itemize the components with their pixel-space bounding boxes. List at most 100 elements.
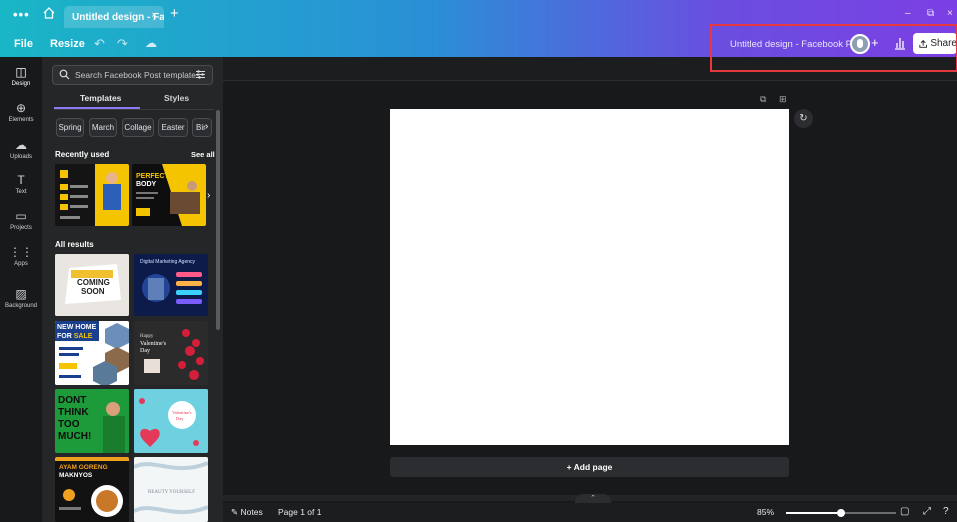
rail-label: Elements <box>8 117 34 123</box>
chevron-right-icon[interactable]: › <box>205 121 208 132</box>
zoom-slider[interactable] <box>786 509 896 517</box>
recent-template-1[interactable] <box>55 164 129 226</box>
highlight-box <box>710 24 957 72</box>
menu-dots-icon[interactable]: ••• <box>13 7 30 22</box>
tabs-divider <box>54 109 214 110</box>
svg-text:MUCH!: MUCH! <box>58 431 91 442</box>
rail-label: Design <box>11 81 31 87</box>
search-placeholder: Search Facebook Post templates <box>75 70 201 80</box>
templates-panel: Search Facebook Post templates Templates… <box>42 57 223 522</box>
rail-label: Uploads <box>9 154 32 160</box>
restore-icon[interactable]: ⧉ <box>927 8 934 19</box>
carousel-next-icon[interactable]: › <box>207 190 210 201</box>
svg-text:MAKNYOS: MAKNYOS <box>59 472 93 479</box>
svg-text:Valentine's: Valentine's <box>140 341 167 347</box>
svg-text:Digital Marketing Agency: Digital Marketing Agency <box>140 259 196 265</box>
zoom-slider-fill <box>786 512 841 514</box>
page-view-icon[interactable]: ▢ <box>900 506 909 517</box>
template-valentines-dark[interactable]: Happy Valentine's Day <box>134 321 208 385</box>
elements-icon: ⊕ <box>15 101 27 115</box>
svg-text:SOON: SOON <box>81 287 105 296</box>
add-page-button[interactable]: + Add page <box>390 457 789 477</box>
template-digital-marketing[interactable]: Digital Marketing Agency <box>134 254 208 316</box>
chip-spring[interactable]: Spring <box>56 118 84 137</box>
fullscreen-icon[interactable]: ⤢ <box>923 506 931 517</box>
undo-icon[interactable]: ↶ <box>94 36 105 52</box>
svg-text:AYAM GORENG: AYAM GORENG <box>59 464 108 471</box>
recently-used-heading: Recently used <box>55 150 110 159</box>
search-icon <box>59 69 70 80</box>
recent-template-2[interactable]: PERFECT BODY <box>132 164 206 226</box>
svg-text:COMING: COMING <box>77 278 110 287</box>
zoom-level[interactable]: 85% <box>757 507 774 517</box>
rail-item-elements[interactable]: ⊕ Elements <box>0 101 42 123</box>
svg-text:FOR SALE: FOR SALE <box>57 333 93 340</box>
search-input[interactable]: Search Facebook Post templates <box>52 65 213 85</box>
new-tab-button[interactable]: + <box>170 5 179 22</box>
rail-label: Apps <box>14 261 28 267</box>
rail-item-projects[interactable]: ▭ Projects <box>0 209 42 231</box>
chip-bir[interactable]: Bir <box>192 118 212 137</box>
rail-label: Text <box>15 189 27 195</box>
active-tab-indicator <box>54 107 140 109</box>
rail-item-uploads[interactable]: ☁ Uploads <box>0 138 42 160</box>
resize-button[interactable]: Resize <box>50 38 85 50</box>
help-icon[interactable]: ? <box>943 506 949 517</box>
notes-button[interactable]: ✎ Notes <box>231 507 263 518</box>
all-results-heading: All results <box>55 240 94 249</box>
template-new-home[interactable]: NEW HOME FOR SALE <box>55 321 129 385</box>
svg-text:Day: Day <box>176 416 184 421</box>
add-page-icon[interactable]: ⊞ <box>779 94 787 105</box>
zoom-slider-handle[interactable] <box>837 509 845 517</box>
svg-text:PERFECT: PERFECT <box>136 173 169 180</box>
background-icon: ▨ <box>15 287 27 301</box>
uploads-icon: ☁ <box>15 138 27 152</box>
svg-text:TOO: TOO <box>58 419 80 430</box>
rail-item-background[interactable]: ▨ Background <box>0 287 42 309</box>
rail-item-apps[interactable]: ⋮⋮ Apps <box>0 245 42 267</box>
template-beauty[interactable]: BEAUTY YOURSELF <box>134 457 208 522</box>
rail-item-design[interactable]: ◫ Design <box>0 65 42 87</box>
minimize-icon[interactable]: – <box>905 8 911 19</box>
tab-styles[interactable]: Styles <box>164 93 189 103</box>
rail-label: Projects <box>10 225 32 231</box>
see-all-link[interactable]: See all <box>191 150 215 159</box>
chevron-up-icon[interactable]: ⌃ <box>575 494 611 503</box>
svg-text:THINK: THINK <box>58 407 89 418</box>
svg-text:NEW HOME: NEW HOME <box>57 324 97 331</box>
projects-icon: ▭ <box>15 209 27 223</box>
svg-text:BODY: BODY <box>136 181 157 188</box>
chip-collage[interactable]: Collage <box>122 118 154 137</box>
close-window-icon[interactable]: × <box>947 8 953 19</box>
home-icon[interactable] <box>42 6 56 20</box>
rail-item-text[interactable]: T Text <box>0 173 42 195</box>
notes-icon: ✎ <box>231 507 239 517</box>
redo-icon[interactable]: ↷ <box>117 36 128 52</box>
canva-editor-window: ••• Untitled design - Face... × + – ⧉ × … <box>0 0 957 522</box>
template-ayam-goreng[interactable]: AYAM GORENG MAKNYOS <box>55 457 129 522</box>
chip-march[interactable]: March <box>89 118 117 137</box>
chip-easter[interactable]: Easter <box>158 118 188 137</box>
svg-text:DONT: DONT <box>58 395 86 406</box>
tab-templates[interactable]: Templates <box>80 93 121 103</box>
text-icon: T <box>17 173 25 187</box>
rail-label: Background <box>4 303 38 309</box>
tab-untitled-design[interactable]: Untitled design - Face... × <box>64 6 164 28</box>
tab-close-icon[interactable]: × <box>151 10 157 21</box>
design-icon: ◫ <box>15 65 27 79</box>
panel-scrollbar[interactable] <box>216 110 220 330</box>
template-valentines-cyan[interactable]: Valentine's Day <box>134 389 208 453</box>
page-indicator[interactable]: Page 1 of 1 <box>278 507 321 517</box>
template-coming-soon[interactable]: COMING SOON <box>55 254 129 316</box>
svg-text:Valentine's: Valentine's <box>172 410 192 415</box>
side-rail: ◫ Design ⊕ Elements ☁ Uploads T Text ▭ P… <box>0 57 42 522</box>
file-menu-button[interactable]: File <box>14 38 33 50</box>
refresh-icon[interactable]: ↻ <box>794 109 813 128</box>
template-dont-think[interactable]: DONT THINK TOO MUCH! <box>55 389 129 453</box>
design-page[interactable] <box>390 109 789 445</box>
filter-icon[interactable] <box>195 69 206 80</box>
svg-text:Happy: Happy <box>140 334 154 339</box>
cloud-save-icon[interactable]: ☁ <box>145 36 157 50</box>
apps-icon: ⋮⋮ <box>9 245 33 259</box>
duplicate-page-icon[interactable]: ⧉ <box>760 94 766 105</box>
